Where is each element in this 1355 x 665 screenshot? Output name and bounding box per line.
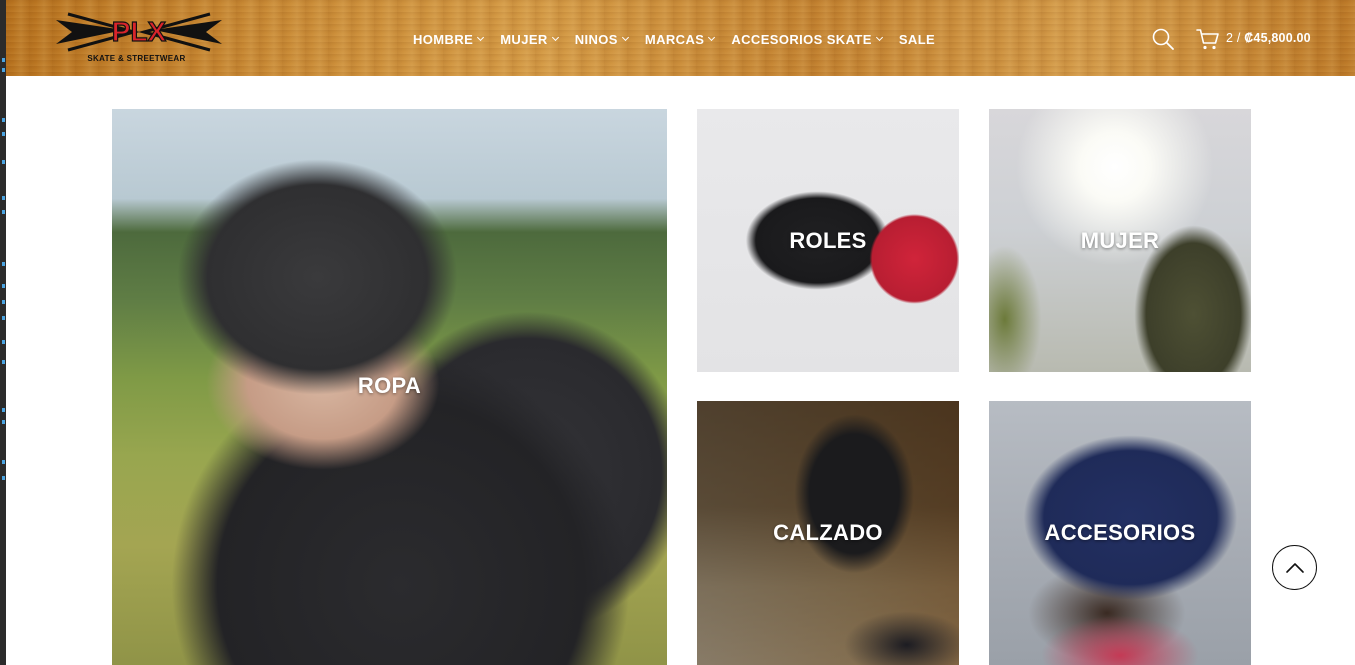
category-label: MUJER	[1080, 228, 1160, 253]
logo-tagline: SKATE & STREETWEAR	[87, 54, 186, 63]
category-label: CALZADO	[773, 520, 883, 545]
window-edge-strip	[0, 0, 6, 665]
category-label: ROPA	[357, 373, 422, 398]
nav-item-accesorios-skate[interactable]: ACCESORIOS SKATE	[731, 30, 883, 48]
chevron-up-icon	[1286, 563, 1304, 573]
category-tile-ropa[interactable]: ROPA	[112, 109, 667, 665]
cart-total: ₡45,800.00	[1244, 31, 1311, 45]
chevron-down-icon	[477, 33, 485, 42]
plx-logo-mark: PLX	[56, 12, 222, 52]
main-nav: HOMBRE MUJER NINOS MARCAS ACCESORIOS SKA…	[413, 30, 952, 48]
category-tile-accesorios[interactable]: ACCESORIOS	[989, 401, 1251, 665]
nav-item-label: ACCESORIOS SKATE	[731, 31, 872, 47]
category-label: ACCESORIOS	[1044, 520, 1196, 545]
cart-icon[interactable]	[1196, 27, 1220, 51]
svg-text:PLX: PLX	[112, 16, 167, 47]
nav-item-marcas[interactable]: MARCAS	[644, 30, 716, 48]
chevron-down-icon	[708, 33, 716, 42]
nav-item-label: MUJER	[500, 31, 548, 47]
nav-item-label: HOMBRE	[413, 31, 474, 47]
cart-summary[interactable]: 2 / ₡45,800.00	[1226, 31, 1311, 45]
nav-item-mujer[interactable]: MUJER	[500, 30, 559, 48]
search-icon[interactable]	[1151, 27, 1175, 51]
category-tile-roles[interactable]: ROLES	[697, 109, 959, 372]
site-header: PLX SKATE & STREETWEAR HOMBRE MUJER NINO…	[6, 0, 1355, 76]
nav-item-label: SALE	[898, 31, 936, 47]
chevron-down-icon	[621, 33, 629, 42]
scroll-to-top-button[interactable]	[1272, 545, 1317, 590]
nav-item-ninos[interactable]: NINOS	[574, 30, 629, 48]
site-logo[interactable]: PLX SKATE & STREETWEAR	[54, 10, 224, 70]
chevron-down-icon	[551, 33, 559, 42]
category-label: ROLES	[789, 228, 867, 253]
nav-item-label: NINOS	[574, 31, 618, 47]
category-tile-calzado[interactable]: CALZADO	[697, 401, 959, 665]
nav-item-label: MARCAS	[644, 31, 705, 47]
page: PLX SKATE & STREETWEAR HOMBRE MUJER NINO…	[0, 0, 1355, 665]
nav-item-sale[interactable]: SALE	[899, 30, 935, 48]
nav-item-hombre[interactable]: HOMBRE	[413, 30, 485, 48]
category-tile-mujer[interactable]: MUJER	[989, 109, 1251, 372]
chevron-down-icon	[875, 33, 883, 42]
cart-count: 2 /	[1226, 31, 1241, 45]
